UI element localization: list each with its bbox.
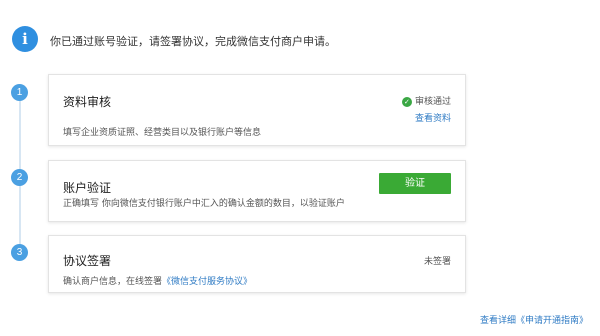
step-card-agreement: 协议签署 确认商户信息，在线签署《微信支付服务协议》 未签署 bbox=[48, 235, 466, 293]
description-text: 确认商户信息，在线签署 bbox=[63, 277, 163, 287]
step-1-number: 1 bbox=[11, 84, 28, 101]
view-info-link[interactable]: 查看资料 bbox=[415, 111, 451, 124]
step-title: 协议签署 bbox=[63, 254, 112, 268]
step-description: 填写企业资质证照、经营类目以及银行账户等信息 bbox=[63, 128, 262, 138]
step-title: 资料审核 bbox=[63, 95, 112, 109]
info-icon: i bbox=[12, 26, 38, 52]
status-text: 未签署 bbox=[423, 257, 451, 267]
service-agreement-link[interactable]: 《微信支付服务协议》 bbox=[162, 277, 252, 287]
step-3-number: 3 bbox=[11, 244, 28, 261]
notice-text: 你已通过账号验证，请签署协议，完成微信支付商户申请。 bbox=[50, 35, 336, 48]
notice-banner: i 你已通过账号验证，请签署协议，完成微信支付商户申请。 bbox=[0, 0, 600, 64]
status-text: 审核通过 bbox=[414, 97, 451, 107]
check-circle-icon: ✓ bbox=[401, 96, 412, 107]
step-description: 正确填写 你向微信支付银行账户中汇入的确认金额的数目，以验证账户 bbox=[63, 199, 345, 209]
status-badge: ✓ 审核通过 bbox=[401, 94, 451, 107]
verify-button[interactable]: 验证 bbox=[379, 173, 451, 194]
step-card-account-verify: 账户验证 正确填写 你向微信支付银行账户中汇入的确认金额的数目，以验证账户 验证 bbox=[48, 160, 466, 222]
step-description: 确认商户信息，在线签署《微信支付服务协议》 bbox=[63, 274, 252, 287]
guide-link[interactable]: 查看详细《申请开通指南》 bbox=[480, 313, 588, 326]
step-2-number: 2 bbox=[11, 169, 28, 186]
step-title: 账户验证 bbox=[63, 181, 112, 195]
step-card-review: 资料审核 填写企业资质证照、经营类目以及银行账户等信息 ✓ 审核通过 查看资料 bbox=[48, 74, 466, 146]
